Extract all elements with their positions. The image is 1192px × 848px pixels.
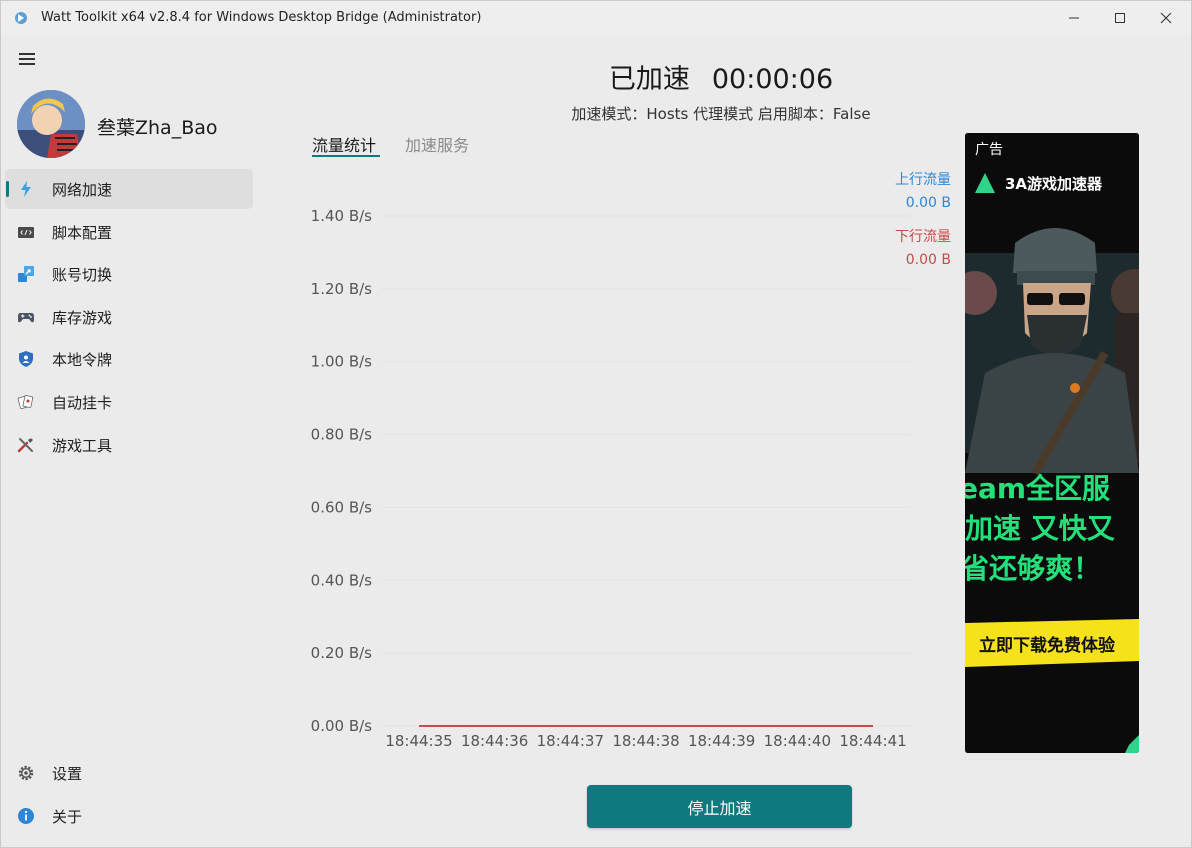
ad-banner[interactable]: 3A游戏加速器 eam全区服 加速 又快又 省还够爽！ 立即下载免费体验 广告 [965, 133, 1139, 753]
accel-elapsed-time: 00:00:06 [711, 64, 834, 95]
sidebar-item-label: 关于 [52, 807, 83, 826]
sidebar-nav: 网络加速 脚本配置 账号切换 库存游戏 本地令牌 自动挂卡 游戏工具 [5, 169, 253, 467]
tab-traffic-stats[interactable]: 流量统计 [312, 132, 376, 156]
sidebar-item-auto-idle[interactable]: 自动挂卡 [5, 382, 253, 422]
y-tick-label: 0.60 B/s [311, 498, 373, 516]
sidebar-item-label: 脚本配置 [52, 223, 113, 242]
sidebar-item-network-accel[interactable]: 网络加速 [5, 169, 253, 209]
sidebar-item-script-config[interactable]: 脚本配置 [5, 212, 253, 252]
x-tick-label: 18:44:40 [764, 732, 831, 750]
ad-slogan-line-3: 省还够爽！ [965, 552, 1101, 585]
traffic-chart: 0.00 B/s 0.20 B/s 0.40 B/s 0.60 B/s 0.80 B/s… [311, 207, 911, 750]
close-button[interactable] [1143, 1, 1189, 35]
gear-icon [18, 765, 34, 781]
close-icon [1160, 12, 1172, 24]
cards-icon [17, 395, 34, 409]
accel-state: 已加速 [608, 64, 690, 95]
maximize-button[interactable] [1097, 1, 1143, 35]
gamepad-icon [18, 312, 34, 323]
avatar[interactable] [17, 90, 85, 158]
script-icon [18, 226, 34, 238]
x-tick-label: 18:44:38 [612, 732, 679, 750]
sidebar-item-game-tools[interactable]: 游戏工具 [5, 425, 253, 465]
sidebar-item-about[interactable]: 关于 [5, 796, 253, 836]
x-tick-label: 18:44:36 [461, 732, 528, 750]
legend-download-label: 下行流量 [895, 229, 951, 245]
tools-icon [17, 437, 33, 452]
x-tick-label: 18:44:41 [839, 732, 906, 750]
sidebar-item-label: 库存游戏 [52, 308, 113, 327]
y-tick-label: 0.40 B/s [311, 571, 373, 589]
stop-accel-button[interactable]: 停止加速 [587, 785, 852, 828]
active-tab-indicator [312, 155, 380, 157]
app-logo-icon [15, 12, 27, 24]
ad-label: 广告 [975, 142, 1003, 158]
sidebar-item-local-token[interactable]: 本地令牌 [5, 339, 253, 379]
sidebar-item-label: 自动挂卡 [52, 393, 113, 412]
legend-download-value: 0.00 B [905, 252, 951, 268]
ad-cta-text: 立即下载免费体验 [979, 635, 1116, 656]
ad-slogan-line-1: eam全区服 [965, 472, 1111, 505]
sidebar-bottom-nav: 设置 关于 [5, 753, 253, 838]
y-tick-label: 0.20 B/s [311, 644, 373, 662]
sidebar-item-label: 设置 [52, 765, 83, 783]
x-tick-label: 18:44:37 [537, 732, 604, 750]
accel-status-heading: 已加速 00:00:06 [561, 57, 881, 96]
y-tick-label: 0.00 B/s [311, 717, 373, 735]
legend-download: 下行流量 0.00 B [861, 226, 951, 272]
minimize-button[interactable] [1051, 1, 1097, 35]
tab-accel-services[interactable]: 加速服务 [405, 132, 469, 156]
app-window: Watt Toolkit x64 v2.8.4 for Windows Desk… [0, 0, 1192, 848]
sidebar-item-settings[interactable]: 设置 [5, 753, 253, 793]
legend-upload-label: 上行流量 [895, 172, 951, 188]
info-icon [18, 807, 34, 824]
sidebar-item-label: 网络加速 [52, 181, 113, 199]
y-tick-label: 1.20 B/s [311, 280, 373, 298]
title-bar: Watt Toolkit x64 v2.8.4 for Windows Desk… [1, 1, 1191, 35]
legend-upload-value: 0.00 B [905, 195, 951, 211]
y-tick-label: 0.80 B/s [311, 426, 373, 444]
x-tick-label: 18:44:39 [688, 732, 755, 750]
window-title: Watt Toolkit x64 v2.8.4 for Windows Desk… [41, 10, 482, 25]
x-tick-label: 18:44:35 [385, 732, 452, 750]
ad-slogan-line-2: 加速 又快又 [965, 512, 1116, 545]
menu-toggle-icon[interactable] [19, 53, 35, 67]
sidebar-item-label: 账号切换 [52, 266, 113, 285]
avatar-image [17, 90, 85, 158]
maximize-icon [1115, 13, 1125, 23]
ad-artwork: 3A游戏加速器 eam全区服 加速 又快又 省还够爽！ 立即下载免费体验 [965, 133, 1139, 753]
sidebar-item-label: 游戏工具 [52, 436, 113, 455]
lightning-icon [21, 181, 31, 197]
accel-mode-info: 加速模式：Hosts 代理模式 启用脚本：False [571, 105, 871, 123]
y-tick-label: 1.40 B/s [311, 207, 373, 225]
y-tick-label: 1.00 B/s [311, 353, 373, 371]
sidebar-item-label: 本地令牌 [52, 351, 113, 370]
legend-upload: 上行流量 0.00 B [861, 169, 951, 215]
minimize-icon [1069, 17, 1079, 19]
sidebar-item-account-switch[interactable]: 账号切换 [5, 254, 253, 294]
sidebar-item-library-games[interactable]: 库存游戏 [5, 297, 253, 337]
account-switch-icon [18, 266, 34, 283]
ad-brand-text: 3A游戏加速器 [1005, 175, 1103, 193]
username: 叁葉Zha_Bao [97, 117, 218, 139]
shield-icon [19, 351, 33, 368]
